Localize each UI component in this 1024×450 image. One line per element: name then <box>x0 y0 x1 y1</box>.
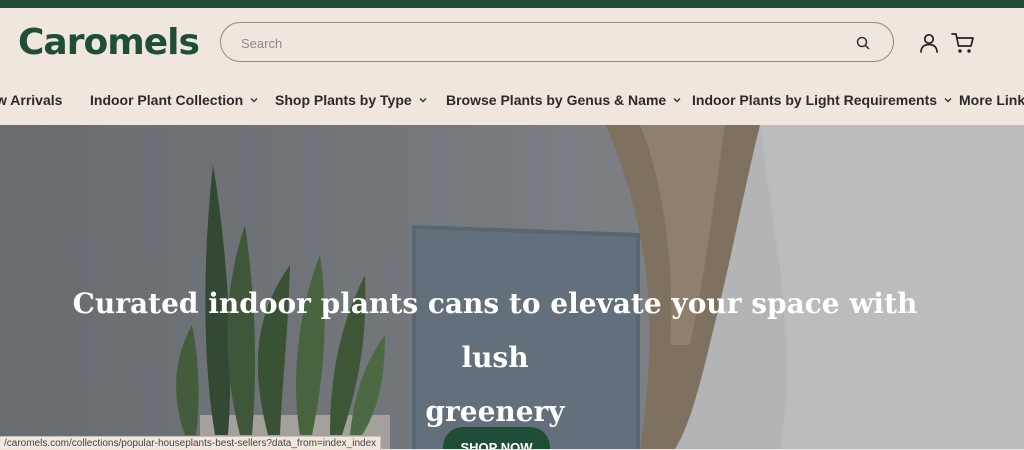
account-icon[interactable] <box>918 32 940 54</box>
search-bar[interactable] <box>220 22 894 62</box>
chevron-down-icon <box>419 98 427 103</box>
shop-now-button[interactable]: SHOP NOW <box>443 427 550 449</box>
nav-item-shop-plants-by-type[interactable]: Shop Plants by Type <box>275 92 428 108</box>
top-accent-bar <box>0 0 1024 8</box>
nav-item-browse-plants-by-genus[interactable]: Browse Plants by Genus & Name <box>446 92 682 108</box>
status-bar-url: /caromels.com/collections/popular-housep… <box>0 436 382 450</box>
nav-item-indoor-plants-by-light[interactable]: Indoor Plants by Light Requirements <box>692 92 953 108</box>
hero-title: Curated indoor plants cans to elevate yo… <box>72 287 918 428</box>
chevron-down-icon <box>673 98 681 103</box>
cart-icon[interactable] <box>950 31 976 55</box>
main-navigation: w Arrivals Indoor Plant Collection Shop … <box>0 92 1024 114</box>
nav-item-indoor-plant-collection[interactable]: Indoor Plant Collection <box>90 92 259 108</box>
search-icon[interactable] <box>855 35 871 51</box>
hero-banner: Curated indoor plants cans to elevate yo… <box>0 125 1024 449</box>
site-header: Caromels w Arrivals Indoor Plant Collect… <box>0 8 1024 125</box>
search-input[interactable] <box>239 31 843 55</box>
chevron-down-icon <box>250 98 258 103</box>
chevron-down-icon <box>944 98 952 103</box>
nav-item-more-links[interactable]: More Links <box>959 92 1024 108</box>
nav-item-new-arrivals[interactable]: w Arrivals <box>0 92 62 108</box>
site-logo[interactable]: Caromels <box>18 22 200 63</box>
